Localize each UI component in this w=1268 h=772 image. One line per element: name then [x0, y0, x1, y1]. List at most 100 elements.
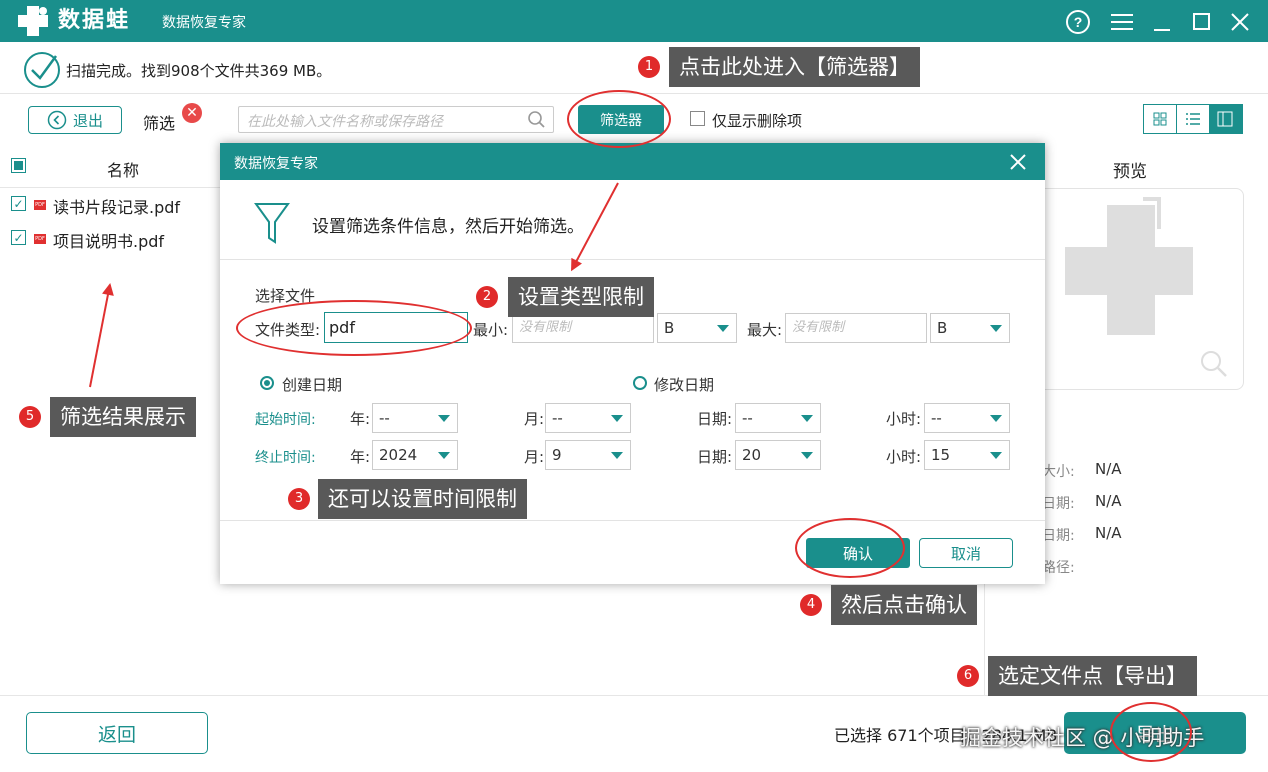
min-size-label: 最小: [473, 321, 509, 339]
step-badge: 3 [288, 488, 310, 510]
hour-label: 小时: [886, 410, 922, 428]
item-name: 项目说明书.pdf [53, 232, 165, 251]
dialog-title: 数据恢复专家 [234, 156, 318, 172]
item-checkbox[interactable]: ✓ [11, 196, 26, 211]
callout-3: 还可以设置时间限制 [318, 479, 527, 519]
info-date-label: 日期: [1042, 496, 1075, 512]
back-arrow-icon [47, 110, 67, 130]
preview-box [1020, 188, 1244, 390]
start-time-label: 起始时间: [255, 412, 316, 428]
hour-label: 小时: [886, 448, 922, 466]
callout-4: 然后点击确认 [831, 585, 977, 625]
close-icon[interactable] [1226, 8, 1254, 36]
zoom-icon[interactable] [1199, 349, 1229, 379]
callout-2: 设置类型限制 [508, 277, 654, 317]
start-year-select[interactable]: -- [372, 403, 458, 433]
title-bar: 数据蛙 数据恢复专家 ? [0, 0, 1268, 42]
highlight-oval-export [1110, 702, 1192, 762]
dialog-footer-divider [220, 520, 1045, 521]
modified-date-radio[interactable] [633, 376, 647, 390]
start-day-select[interactable]: -- [735, 403, 821, 433]
highlight-oval-filter [567, 90, 671, 148]
dialog-heading: 设置筛选条件信息，然后开始筛选。 [312, 217, 584, 237]
min-size-input[interactable]: 没有限制 [512, 313, 654, 343]
app-logo-icon [18, 6, 48, 36]
modified-date-label: 修改日期 [654, 376, 715, 394]
pdf-file-icon: PDF [34, 234, 46, 244]
list-view-icon[interactable] [1176, 105, 1208, 133]
item-name: 读书片段记录.pdf [53, 198, 181, 217]
detail-view-icon[interactable] [1208, 105, 1242, 133]
dialog-titlebar: 数据恢复专家 [220, 143, 1045, 180]
scan-status-text: 扫描完成。找到908个文件共369 MB。 [66, 62, 332, 80]
maximize-icon[interactable] [1188, 8, 1216, 36]
info-date-value: N/A [1095, 492, 1122, 510]
grid-view-icon[interactable] [1144, 105, 1176, 133]
max-size-label: 最大: [747, 321, 783, 339]
info-size-label: 大小: [1042, 464, 1075, 480]
funnel-icon [254, 203, 290, 244]
end-hour-select[interactable]: 15 [924, 440, 1010, 470]
search-icon[interactable] [527, 110, 547, 130]
preview-title: 预览 [1113, 162, 1147, 182]
step-badge: 5 [19, 406, 41, 428]
view-mode-switch [1143, 104, 1243, 134]
minimize-icon[interactable] [1150, 8, 1178, 36]
end-day-select[interactable]: 20 [735, 440, 821, 470]
help-icon[interactable]: ? [1064, 8, 1092, 36]
highlight-oval-filetype [236, 300, 472, 356]
callout-5: 筛选结果展示 [50, 397, 196, 437]
only-deleted-checkbox[interactable] [690, 111, 705, 126]
app-subtitle: 数据恢复专家 [162, 15, 246, 31]
arrow-to-list [89, 284, 111, 388]
start-hour-select[interactable]: -- [924, 403, 1010, 433]
info-size-value: N/A [1095, 460, 1122, 478]
select-all-checkbox[interactable] [11, 158, 26, 173]
end-year-select[interactable]: 2024 [372, 440, 458, 470]
item-checkbox[interactable]: ✓ [11, 230, 26, 245]
check-circle-icon [24, 52, 60, 88]
day-label: 日期: [697, 448, 733, 466]
end-month-select[interactable]: 9 [545, 440, 631, 470]
step-badge: 2 [476, 286, 498, 308]
created-date-radio[interactable] [260, 376, 274, 390]
dialog-header: 设置筛选条件信息，然后开始筛选。 [220, 180, 1045, 260]
search-input[interactable]: 在此处输入文件名称或保存路径 [238, 106, 554, 133]
end-time-label: 终止时间: [255, 450, 316, 466]
info-path-label: 路径: [1042, 560, 1075, 576]
max-unit-select[interactable]: B [930, 313, 1010, 343]
menu-icon[interactable] [1108, 8, 1136, 36]
exit-button[interactable]: 退出 [28, 106, 122, 134]
min-unit-select[interactable]: B [657, 313, 737, 343]
year-label: 年: [350, 448, 371, 466]
created-date-label: 创建日期 [282, 376, 343, 394]
info-date-value: N/A [1095, 524, 1122, 542]
list-item[interactable]: ✓ PDF 项目说明书.pdf [0, 224, 220, 254]
clear-filter-icon[interactable]: ✕ [182, 103, 202, 123]
dialog-close-icon[interactable] [1008, 152, 1028, 172]
preview-placeholder-icon [1065, 197, 1193, 335]
list-item[interactable]: ✓ PDF 读书片段记录.pdf [0, 190, 220, 220]
month-label: 月: [524, 448, 545, 466]
step-badge: 1 [638, 56, 660, 78]
start-month-select[interactable]: -- [545, 403, 631, 433]
pdf-file-icon: PDF [34, 200, 46, 210]
year-label: 年: [350, 410, 371, 428]
app-name: 数据蛙 [58, 8, 131, 33]
day-label: 日期: [697, 410, 733, 428]
step-badge: 6 [957, 665, 979, 687]
exit-label: 退出 [72, 111, 103, 130]
month-label: 月: [524, 410, 545, 428]
filter-label: 筛选 [143, 114, 176, 133]
search-placeholder: 在此处输入文件名称或保存路径 [247, 114, 443, 130]
info-date-label: 日期: [1042, 528, 1075, 544]
callout-6: 选定文件点【导出】 [988, 656, 1197, 696]
svg-text:?: ? [1074, 14, 1083, 30]
callout-1: 点击此处进入【筛选器】 [669, 47, 920, 87]
step-badge: 4 [800, 594, 822, 616]
max-size-input[interactable]: 没有限制 [785, 313, 927, 343]
back-button[interactable]: 返回 [26, 712, 208, 754]
name-column-header: 名称 [107, 161, 140, 180]
cancel-button[interactable]: 取消 [919, 538, 1013, 568]
only-deleted-label: 仅显示删除项 [712, 112, 803, 130]
